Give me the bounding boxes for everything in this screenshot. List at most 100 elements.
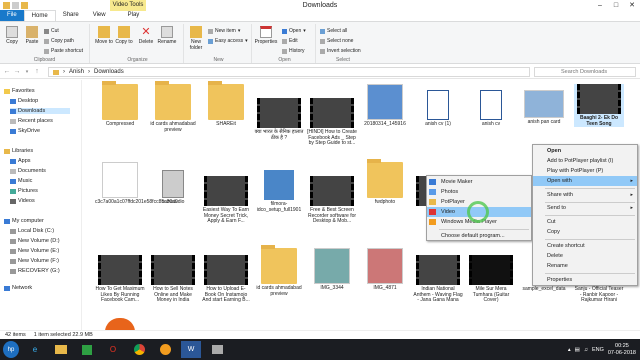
file-explorer-icon[interactable] (51, 341, 71, 358)
menu-item-open[interactable]: Open (533, 146, 637, 156)
list-item[interactable]: filmora-idco_setup_full1901 (254, 170, 304, 213)
menu-item-share-with[interactable]: Share with ▸ (533, 190, 637, 200)
breadcrumb-item[interactable]: Downloads (94, 68, 124, 76)
list-item[interactable]: anish cv (466, 90, 516, 128)
nav-drive-d[interactable]: New Volume (D:) (10, 238, 60, 244)
breadcrumb[interactable]: › Anish › Downloads (48, 67, 530, 77)
open-button[interactable]: Open ▾ (282, 28, 306, 34)
list-item[interactable]: IMG_4871 (360, 248, 410, 292)
nav-network[interactable]: Network (4, 285, 32, 291)
list-item[interactable]: id cards ahmadabad preview (254, 245, 304, 297)
move-to-button[interactable]: Move to (94, 26, 114, 45)
word-icon[interactable]: W (181, 341, 201, 358)
list-item[interactable]: How to Upload E-Book On Instamojo And st… (201, 255, 251, 304)
chevron-down-icon[interactable]: ▾ (23, 68, 31, 76)
menu-item-delete[interactable]: Delete (533, 251, 637, 261)
clock[interactable]: 00:25 07-06-2018 (608, 343, 636, 357)
nav-drive-f[interactable]: New Volume (F:) (10, 258, 59, 264)
nav-pictures[interactable]: Pictures (10, 188, 38, 194)
network-icon[interactable]: ▤ (575, 347, 580, 353)
invert-selection-button[interactable]: Invert selection (320, 48, 361, 54)
nav-recent-places[interactable]: Recent places (10, 118, 53, 124)
nav-apps[interactable]: Apps (10, 158, 31, 164)
list-item[interactable]: anish cv (1) (413, 90, 463, 128)
list-item[interactable]: anish pan card (519, 90, 569, 126)
rename-button[interactable]: Rename (157, 26, 177, 45)
nav-documents[interactable]: Documents (10, 168, 46, 174)
up-icon[interactable]: ↑ (33, 68, 41, 76)
back-icon[interactable]: ← (3, 68, 11, 76)
list-item[interactable]: Free & Best Screen Recorder software for… (307, 176, 357, 225)
delete-button[interactable]: ✕ Delete (136, 26, 156, 45)
start-button[interactable]: hp (3, 341, 19, 358)
copy-path-button[interactable]: Copy path (44, 38, 74, 44)
nav-desktop[interactable]: Desktop (10, 98, 38, 104)
list-item[interactable]: 20180314_145916 (360, 84, 410, 128)
edit-button[interactable]: Edit (282, 38, 298, 44)
nav-drive-g[interactable]: RECOVERY (G:) (10, 268, 60, 274)
volume-icon[interactable]: ♫ (584, 347, 588, 353)
paste-button[interactable]: Paste (22, 26, 42, 45)
list-item[interactable]: Compressed (95, 81, 145, 128)
tab-file[interactable]: File (0, 10, 24, 21)
menu-item-play-potplayer[interactable]: Play with PotPlayer (P) (533, 166, 637, 176)
select-none-button[interactable]: Select none (320, 38, 353, 44)
list-item[interactable]: SHAREit (201, 81, 251, 128)
nav-skydrive[interactable]: SkyDrive (10, 128, 40, 134)
maximize-button[interactable]: □ (608, 0, 624, 11)
paste-shortcut-button[interactable]: Paste shortcut (44, 48, 83, 54)
nav-favorites[interactable]: Favorites (4, 88, 35, 94)
nav-drive-c[interactable]: Local Disk (C:) (10, 228, 54, 234)
nav-music[interactable]: Music (10, 178, 32, 184)
camera-app-icon[interactable] (207, 341, 227, 358)
ie-icon[interactable]: e (25, 341, 45, 358)
tab-view[interactable]: View (86, 10, 113, 21)
opera-icon[interactable]: O (103, 341, 123, 358)
new-folder-button[interactable]: New folder (186, 26, 206, 51)
easy-access-button[interactable]: Easy access ▾ (208, 38, 248, 44)
list-item[interactable]: Indian National Anthem - Waving Flag - J… (413, 255, 463, 304)
menu-item-movie-maker[interactable]: Movie Maker (427, 177, 531, 187)
menu-item-add-potplayer-playlist[interactable]: Add to PotPlayer playlist (I) (533, 156, 637, 166)
chrome-icon[interactable] (129, 341, 149, 358)
chevron-up-icon[interactable]: ▴ (568, 347, 571, 353)
menu-item-cut[interactable]: Cut (533, 217, 637, 227)
list-item[interactable]: How To Get Maximum Likes By Running Face… (95, 255, 145, 304)
new-item-button[interactable]: New item ▾ (208, 28, 240, 34)
list-item[interactable]: c3c7a00a1c07ffdc201e58fcc85c30a9 (95, 162, 178, 206)
list-item[interactable]: Easiest Way To Earn Money Secret Trick, … (201, 176, 251, 225)
minimize-button[interactable]: – (592, 0, 608, 11)
list-item[interactable]: [HINDI] How to Create Facebook Ads _ Ste… (307, 98, 357, 147)
nav-drive-e[interactable]: New Volume (E:) (10, 248, 59, 254)
tab-share[interactable]: Share (56, 10, 86, 21)
nav-downloads[interactable]: Downloads (10, 108, 70, 114)
search-input[interactable]: Search Downloads (534, 67, 636, 77)
breadcrumb-item[interactable]: Anish (69, 68, 84, 76)
tab-home[interactable]: Home (23, 10, 56, 21)
store-icon[interactable] (77, 341, 97, 358)
close-button[interactable]: ✕ (624, 0, 640, 11)
list-item[interactable] (95, 318, 145, 330)
history-button[interactable]: History (282, 48, 305, 54)
menu-item-properties[interactable]: Properties (533, 275, 637, 285)
menu-item-rename[interactable]: Rename (533, 261, 637, 271)
list-item[interactable]: camstudio (148, 170, 198, 206)
media-player-icon[interactable] (155, 341, 175, 358)
select-all-button[interactable]: Select all (320, 28, 347, 34)
menu-item-photos[interactable]: Photos (427, 187, 531, 197)
nav-libraries[interactable]: Libraries (4, 148, 33, 154)
language-indicator[interactable]: ENG (592, 347, 604, 353)
list-item[interactable]: id cards ahmadabad preview (148, 81, 198, 133)
properties-button[interactable]: Properties (254, 26, 278, 45)
forward-icon[interactable]: → (13, 68, 21, 76)
nav-videos[interactable]: Videos (10, 198, 35, 204)
menu-item-create-shortcut[interactable]: Create shortcut (533, 241, 637, 251)
list-item-selected[interactable]: Baaghi 2- Ek Do Teen Song (574, 84, 624, 127)
list-item[interactable]: Mile Sur Mera Tumhara (Guitar Cover) (466, 255, 516, 304)
menu-item-send-to[interactable]: Send to ▸ (533, 203, 637, 213)
menu-item-open-with[interactable]: Open with ▸ (533, 176, 637, 186)
cut-button[interactable]: Cut (44, 28, 59, 34)
menu-item-choose-default[interactable]: Choose default program... (427, 231, 531, 241)
copy-button[interactable]: Copy (2, 26, 22, 45)
copy-to-button[interactable]: Copy to (114, 26, 134, 45)
